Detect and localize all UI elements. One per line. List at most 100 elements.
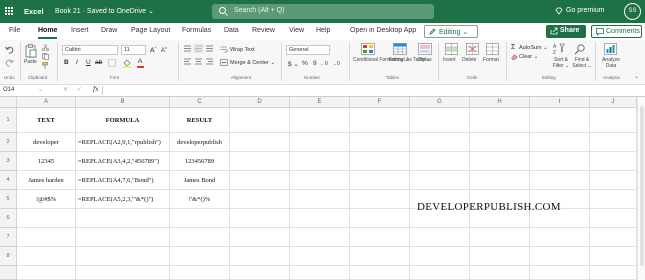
grid-cell[interactable] xyxy=(230,133,290,152)
increase-decimal-icon[interactable]: ←0 xyxy=(320,61,328,67)
grid-cell[interactable] xyxy=(470,108,530,133)
grid-cell[interactable] xyxy=(410,171,470,190)
row-header[interactable]: 5 xyxy=(0,190,17,209)
grid-cell[interactable]: RESULT xyxy=(170,108,230,133)
grid-cell[interactable]: FORMULA xyxy=(76,108,170,133)
grid-cell[interactable] xyxy=(76,209,170,228)
vertical-scrollbar[interactable] xyxy=(637,97,645,280)
grid-cell[interactable] xyxy=(470,228,530,247)
undo-icon[interactable] xyxy=(5,46,14,54)
grid-cell[interactable] xyxy=(290,209,350,228)
format-button[interactable]: Format xyxy=(483,57,499,63)
grid-cell[interactable] xyxy=(470,171,530,190)
grid-cell[interactable] xyxy=(76,266,170,280)
grid-cell[interactable]: =REPLACE(A2,9,1,"rpublish") xyxy=(76,133,170,152)
grid-cell[interactable] xyxy=(290,152,350,171)
grid-cell[interactable]: =REPLACE(A3,4,2,"456789") xyxy=(76,152,170,171)
grid-cell[interactable] xyxy=(290,171,350,190)
row-header[interactable]: 4 xyxy=(0,171,17,190)
grid-cell[interactable] xyxy=(290,133,350,152)
font-color-icon[interactable]: A xyxy=(138,58,142,65)
column-header[interactable]: E xyxy=(290,97,350,108)
app-name[interactable]: Excel xyxy=(24,7,44,16)
row-header[interactable]: 2 xyxy=(0,133,17,152)
grid-cell[interactable] xyxy=(530,228,590,247)
delete-button[interactable]: Delete xyxy=(462,57,476,63)
wrap-text-button[interactable]: Wrap Text xyxy=(230,47,255,53)
merge-center-button[interactable]: Merge & Center ⌄ xyxy=(230,60,275,66)
grid-cell[interactable] xyxy=(410,152,470,171)
comma-style-icon[interactable]: 9 xyxy=(313,60,317,67)
grid-cell[interactable] xyxy=(76,228,170,247)
grid-cell[interactable] xyxy=(470,266,530,280)
tab-data[interactable]: Data xyxy=(224,27,239,34)
percent-icon[interactable]: % xyxy=(302,60,308,67)
grid-cell[interactable] xyxy=(350,247,410,266)
grid-cell[interactable] xyxy=(410,228,470,247)
grid-cell[interactable] xyxy=(590,152,637,171)
row-header[interactable]: 7 xyxy=(0,228,17,247)
grid-cell[interactable] xyxy=(350,266,410,280)
grid-cell[interactable] xyxy=(350,152,410,171)
grid-cell[interactable] xyxy=(410,247,470,266)
paste-icon[interactable] xyxy=(25,44,37,58)
grid-cell[interactable]: developerpublish xyxy=(170,133,230,152)
collapse-ribbon-icon[interactable]: ⌄ xyxy=(634,73,639,80)
column-header[interactable]: C xyxy=(170,97,230,108)
alignment-buttons-icon[interactable] xyxy=(183,44,217,70)
grid-cell[interactable] xyxy=(350,228,410,247)
grid-cell[interactable]: TEXT xyxy=(17,108,76,133)
document-title[interactable]: Book 21 · Saved to OneDrive ⌄ xyxy=(55,7,154,15)
grid-cell[interactable] xyxy=(350,108,410,133)
grid-cell[interactable] xyxy=(17,228,76,247)
copy-icon[interactable] xyxy=(42,53,49,60)
share-button[interactable]: Share xyxy=(546,25,586,38)
underline-icon[interactable]: U xyxy=(86,59,91,66)
grid-cell[interactable] xyxy=(170,247,230,266)
column-header[interactable]: F xyxy=(350,97,410,108)
grid-cell[interactable] xyxy=(350,209,410,228)
scrollbar-thumb[interactable] xyxy=(640,106,644,266)
grid-cell[interactable] xyxy=(170,266,230,280)
borders-icon[interactable] xyxy=(108,59,116,67)
grid-cell[interactable] xyxy=(530,171,590,190)
grid-cell[interactable] xyxy=(470,247,530,266)
grid-cell[interactable] xyxy=(590,171,637,190)
grid-cell[interactable] xyxy=(530,133,590,152)
shrink-font-icon[interactable]: Av xyxy=(161,45,167,54)
enter-icon[interactable]: ✓ xyxy=(77,86,82,93)
grid-cell[interactable] xyxy=(230,152,290,171)
grid-cell[interactable] xyxy=(290,108,350,133)
strikethrough-icon[interactable]: ab xyxy=(95,59,102,66)
grid-cell[interactable] xyxy=(230,108,290,133)
insert-button[interactable]: Insert xyxy=(443,57,456,63)
go-premium-link[interactable]: Go premium xyxy=(566,7,605,14)
bold-icon[interactable]: B xyxy=(64,59,69,66)
tab-insert[interactable]: Insert xyxy=(71,27,89,34)
grid-cell[interactable] xyxy=(230,171,290,190)
grid-cell[interactable] xyxy=(170,209,230,228)
tab-home[interactable]: Home xyxy=(38,27,57,34)
grid-cell[interactable] xyxy=(17,247,76,266)
redo-icon[interactable] xyxy=(5,59,14,67)
grid-cell[interactable]: !'&*()% xyxy=(170,190,230,209)
grid-cell[interactable] xyxy=(17,209,76,228)
grid-cell[interactable] xyxy=(230,266,290,280)
grid-cell[interactable]: =REPLACE(A5,2,3,"'&*()") xyxy=(76,190,170,209)
grow-font-icon[interactable]: A^ xyxy=(150,45,157,54)
grid-cell[interactable] xyxy=(170,228,230,247)
grid-cell[interactable]: developer xyxy=(17,133,76,152)
grid-cell[interactable] xyxy=(17,266,76,280)
name-box-dropdown-icon[interactable]: ⌄ xyxy=(38,86,43,93)
grid-cell[interactable] xyxy=(290,228,350,247)
grid-cell[interactable] xyxy=(410,266,470,280)
grid-cell[interactable] xyxy=(530,152,590,171)
grid-cell[interactable] xyxy=(530,108,590,133)
grid-cell[interactable] xyxy=(590,108,637,133)
grid-cell[interactable] xyxy=(350,190,410,209)
grid-cell[interactable]: =REPLACE(A4,7,6,"Bond") xyxy=(76,171,170,190)
name-box[interactable]: O14 xyxy=(3,87,14,93)
find-select-button[interactable]: Find & Select ⌄ xyxy=(572,57,592,69)
column-header[interactable]: G xyxy=(410,97,470,108)
tab-draw[interactable]: Draw xyxy=(101,27,117,34)
